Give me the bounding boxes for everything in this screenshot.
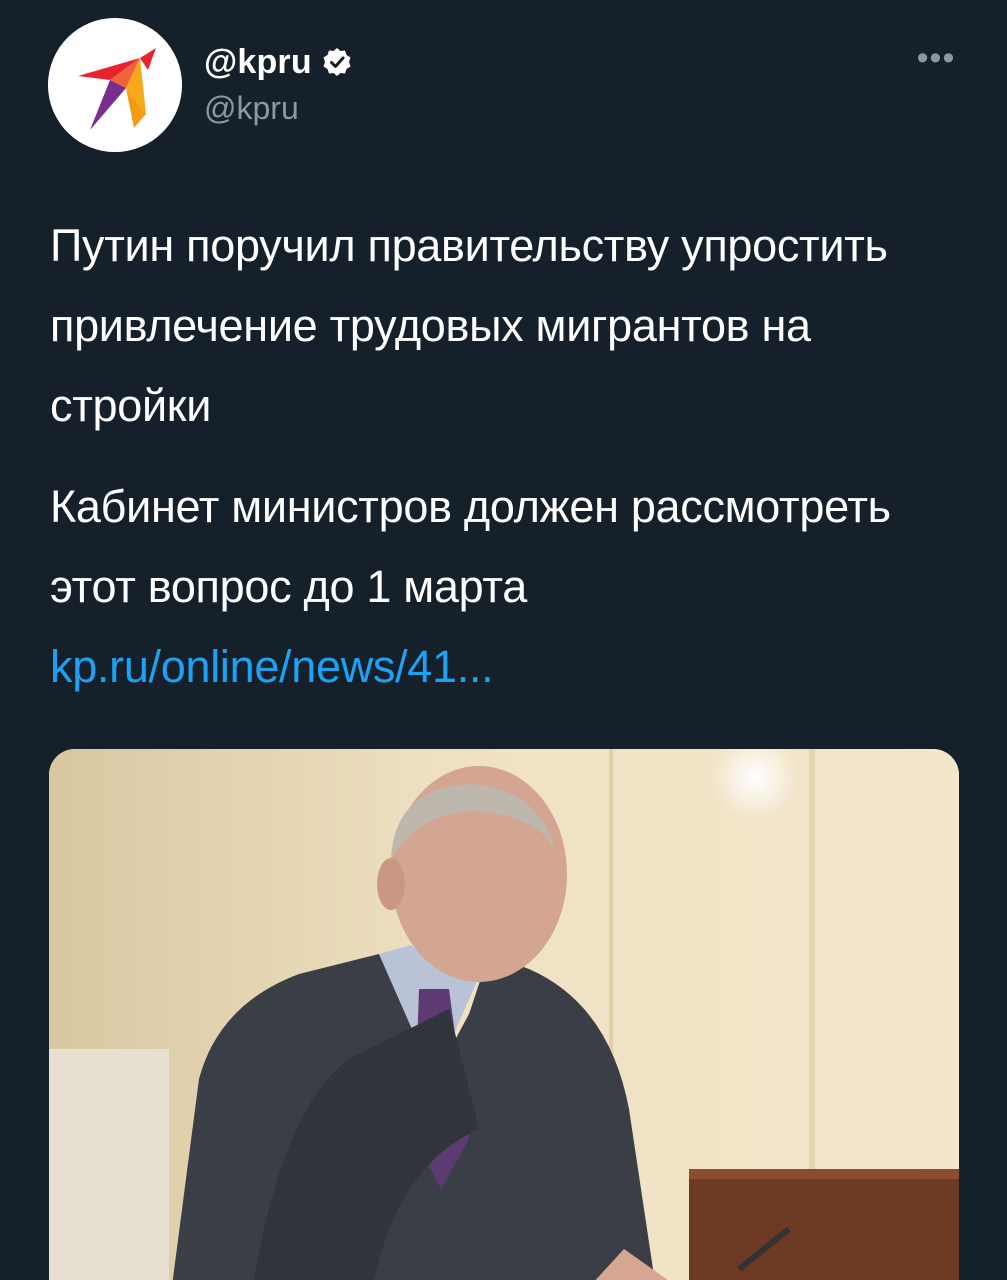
avatar[interactable] bbox=[48, 18, 182, 152]
handle[interactable]: @kpru bbox=[204, 90, 299, 127]
article-link[interactable]: kp.ru/online/news/41... bbox=[50, 641, 494, 692]
display-name[interactable]: @kpru bbox=[204, 43, 312, 82]
tweet-text-paragraph-2: Кабинет министров должен рассмотреть это… bbox=[50, 467, 950, 707]
tweet-text-paragraph-1: Путин поручил правительству упростить пр… bbox=[50, 220, 888, 431]
tweet-media-photo[interactable] bbox=[49, 749, 959, 1280]
tweet[interactable]: @kpru @kpru ••• Путин поручил правительс… bbox=[0, 0, 1007, 1280]
more-horizontal-icon[interactable]: ••• bbox=[914, 39, 958, 77]
name-row: @kpru bbox=[204, 40, 352, 84]
verified-badge-icon bbox=[322, 47, 352, 77]
photo-man-at-desk-image bbox=[49, 749, 959, 1280]
kp-swallow-logo-icon bbox=[48, 18, 182, 152]
tweet-text-paragraph-2-body: Кабинет министров должен рассмотреть это… bbox=[50, 481, 891, 612]
